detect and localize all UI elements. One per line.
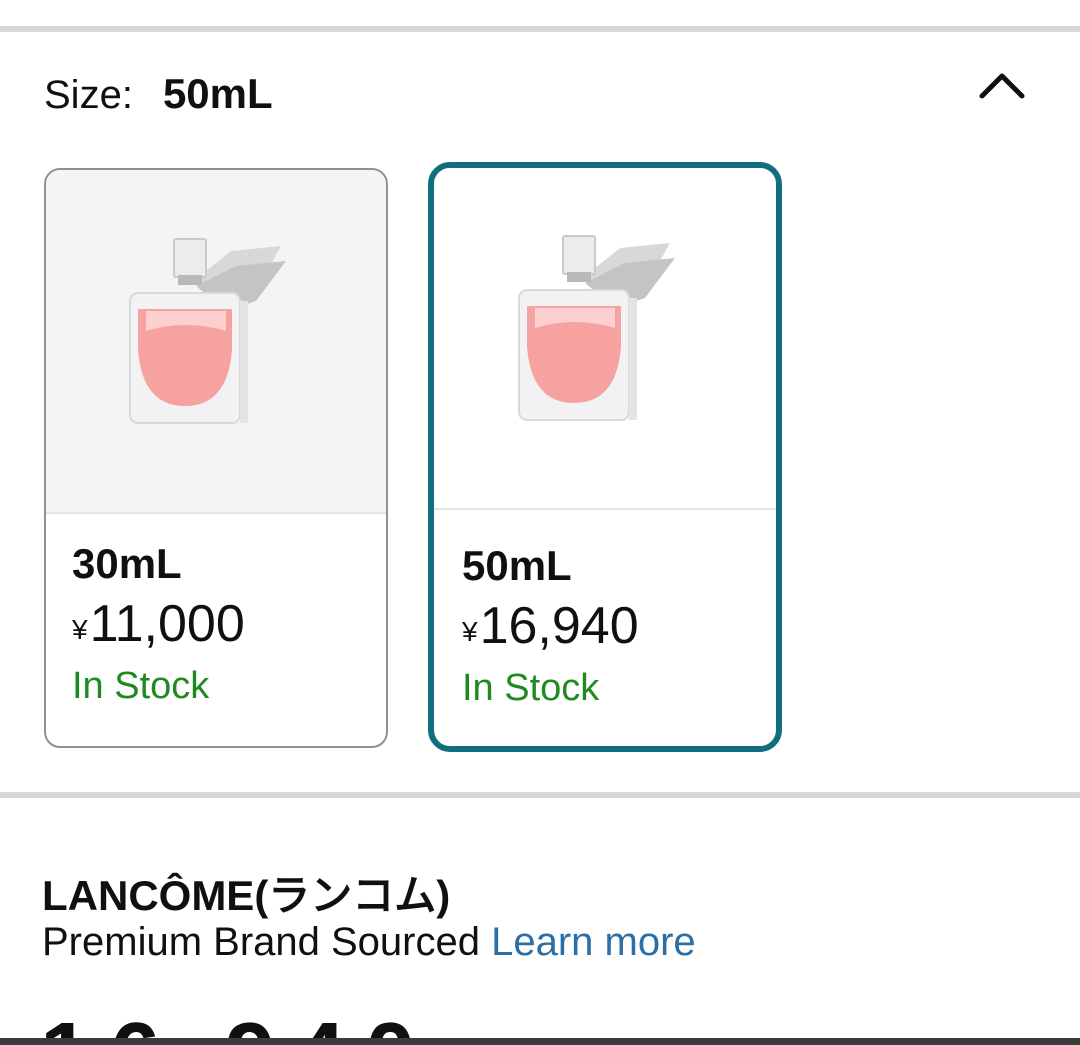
chevron-up-icon (979, 73, 1025, 99)
premium-brand-text: Premium Brand Sourced (42, 920, 480, 964)
learn-more-link[interactable]: Learn more (491, 920, 696, 964)
option-price-value: 11,000 (89, 595, 245, 653)
option-price: ¥16,940 (462, 596, 639, 656)
size-option-50ml[interactable]: 50mL ¥16,940 In Stock (428, 162, 782, 752)
top-divider (0, 26, 1080, 32)
option-price-value: 16,940 (479, 597, 639, 655)
perfume-bottle-image (129, 238, 286, 424)
option-size: 50mL (462, 542, 572, 589)
bottom-edge (0, 1038, 1080, 1045)
size-selector-header: Size: 50mL (44, 70, 273, 126)
currency-symbol: ¥ (462, 616, 478, 647)
currency-symbol: ¥ (72, 614, 88, 645)
premium-brand-row: Premium Brand Sourced Learn more (42, 920, 696, 965)
product-image (46, 170, 386, 514)
size-label: Size: (44, 73, 133, 117)
option-price: ¥11,000 (72, 594, 245, 654)
stock-status: In Stock (462, 667, 600, 709)
option-size: 30mL (72, 540, 182, 587)
section-divider (0, 792, 1080, 798)
perfume-bottle-image (518, 235, 675, 421)
brand-name: LANCÔME(ランコム) (42, 872, 451, 919)
collapse-size-button[interactable] (976, 62, 1028, 110)
size-option-30ml[interactable]: 30mL ¥11,000 In Stock (44, 168, 388, 748)
stock-status: In Stock (72, 665, 210, 707)
product-image (434, 168, 776, 510)
selected-size-value: 50mL (162, 70, 273, 117)
